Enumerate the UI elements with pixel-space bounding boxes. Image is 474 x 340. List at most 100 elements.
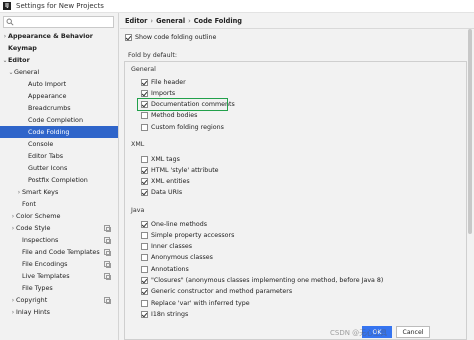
sidebar-item-appearance[interactable]: Appearance	[0, 90, 118, 102]
option-checkbox[interactable]	[141, 277, 148, 284]
java-option-simple-property-accessors[interactable]: Simple property accessors	[141, 230, 234, 240]
sidebar-item-inspections[interactable]: Inspections	[0, 234, 118, 246]
sidebar-item-breadcrumbs[interactable]: Breadcrumbs	[0, 102, 118, 114]
xml-section-label: XML	[131, 141, 145, 148]
general-option-imports[interactable]: Imports	[141, 88, 175, 98]
sidebar-item-label: General	[14, 68, 40, 76]
option-label: HTML 'style' attribute	[151, 166, 219, 174]
header-divider	[120, 28, 474, 29]
sidebar-item-copyright[interactable]: › Copyright	[0, 294, 118, 306]
sidebar-item-smart-keys[interactable]: › Smart Keys	[0, 186, 118, 198]
highlight-annotation-box	[137, 98, 228, 111]
option-checkbox[interactable]	[141, 178, 148, 186]
breadcrumb-general[interactable]: General	[156, 17, 185, 25]
sidebar-item-font[interactable]: Font	[0, 198, 118, 210]
settings-sidebar: › Appearance & Behavior Keymap ⌄ Editor ⌄ Gene…	[0, 13, 119, 340]
sidebar-item-label: File Types	[22, 284, 53, 292]
sidebar-item-editor[interactable]: ⌄ Editor	[0, 54, 118, 66]
option-checkbox[interactable]	[141, 299, 148, 307]
sidebar-item-inlay-hints[interactable]: › Inlay Hints	[0, 306, 118, 318]
csdn-watermark: CSDN @无心工具	[330, 329, 388, 337]
sidebar-item-appearance-behavior[interactable]: › Appearance & Behavior	[0, 30, 118, 42]
option-checkbox[interactable]	[141, 231, 148, 239]
scrollbar-thumb[interactable]	[468, 29, 472, 234]
java-option-anonymous-classes[interactable]: Anonymous classes	[141, 253, 213, 263]
sidebar-item-label: Inspections	[22, 236, 59, 244]
option-label: Imports	[151, 89, 176, 97]
option-checkbox[interactable]	[141, 265, 148, 273]
sidebar-item-label: Breadcrumbs	[28, 104, 71, 112]
sidebar-item-editor-tabs[interactable]: Editor Tabs	[0, 150, 118, 162]
option-checkbox[interactable]	[141, 288, 148, 296]
cancel-button[interactable]: Cancel	[396, 326, 430, 338]
sidebar-item-label: Gutter Icons	[28, 164, 68, 172]
java-option-closures-anonymous-classes-implementing-one-method-before-java-8[interactable]: "Closures" (anonymous classes implementi…	[141, 276, 383, 286]
option-checkbox[interactable]	[141, 112, 148, 120]
sidebar-item-postfix-completion[interactable]: Postfix Completion	[0, 174, 118, 186]
java-option-one-line-methods[interactable]: One-line methods	[141, 219, 207, 229]
breadcrumb-separator: ›	[150, 17, 154, 25]
option-label: "Closures" (anonymous classes implementi…	[151, 277, 384, 284]
option-label: Generic constructor and method parameter…	[151, 288, 293, 296]
sidebar-item-live-templates[interactable]: Live Templates	[0, 270, 118, 282]
sidebar-item-file-types[interactable]: File Types	[0, 282, 118, 294]
settings-search-input[interactable]	[14, 17, 109, 27]
xml-option-xml-tags[interactable]: XML tags	[141, 154, 180, 164]
option-checkbox[interactable]	[141, 220, 148, 228]
option-label: File header	[151, 78, 186, 86]
sidebar-item-label: Smart Keys	[22, 188, 59, 196]
search-icon	[6, 18, 14, 26]
option-checkbox[interactable]	[141, 254, 148, 262]
xml-option-html-style-attribute[interactable]: HTML 'style' attribute	[141, 165, 219, 175]
settings-search-box[interactable]	[3, 16, 114, 28]
sidebar-item-file-encodings[interactable]: File Encodings	[0, 258, 118, 270]
option-checkbox[interactable]	[141, 78, 148, 86]
java-option-replace-var-with-inferred-type[interactable]: Replace 'var' with inferred type	[141, 298, 250, 308]
option-label: Replace 'var' with inferred type	[151, 299, 250, 307]
project-scope-icon	[104, 249, 111, 256]
show-outline-checkbox[interactable]	[125, 33, 132, 41]
java-option-i18n-strings[interactable]: I18n strings	[141, 309, 188, 319]
sidebar-item-code-folding[interactable]: Code Folding	[0, 126, 118, 138]
option-checkbox[interactable]	[141, 89, 148, 97]
xml-option-data-uris[interactable]: Data URIs	[141, 188, 182, 198]
option-checkbox[interactable]	[141, 123, 148, 131]
option-label: I18n strings	[151, 310, 189, 318]
option-label: Simple property accessors	[151, 231, 235, 239]
sidebar-item-keymap[interactable]: Keymap	[0, 42, 118, 54]
option-label: Annotations	[151, 265, 189, 273]
option-label: Inner classes	[151, 243, 193, 251]
option-checkbox[interactable]	[141, 243, 148, 251]
xml-option-xml-entities[interactable]: XML entities	[141, 177, 190, 187]
sidebar-item-general[interactable]: ⌄ General	[0, 66, 118, 78]
java-option-generic-constructor-and-method-parameters[interactable]: Generic constructor and method parameter…	[141, 287, 292, 297]
sidebar-item-label: Code Completion	[28, 116, 83, 124]
general-option-custom-folding-regions[interactable]: Custom folding regions	[141, 122, 224, 132]
sidebar-item-color-scheme[interactable]: › Color Scheme	[0, 210, 118, 222]
show-outline-label: Show code folding outline	[135, 33, 217, 41]
breadcrumb-editor[interactable]: Editor	[125, 17, 147, 25]
general-option-method-bodies[interactable]: Method bodies	[141, 111, 197, 121]
window-titlebar: IJ Settings for New Projects	[0, 0, 474, 13]
option-checkbox[interactable]	[141, 155, 148, 163]
sidebar-item-file-and-code-templates[interactable]: File and Code Templates	[0, 246, 118, 258]
option-checkbox[interactable]	[141, 166, 148, 174]
option-checkbox[interactable]	[141, 189, 148, 197]
sidebar-item-label: File and Code Templates	[22, 248, 100, 256]
sidebar-item-code-completion[interactable]: Code Completion	[0, 114, 118, 126]
sidebar-item-console[interactable]: Console	[0, 138, 118, 150]
sidebar-item-label: Code Folding	[28, 128, 70, 136]
project-scope-icon	[104, 237, 111, 244]
java-option-annotations[interactable]: Annotations	[141, 264, 189, 274]
sidebar-item-code-style[interactable]: › Code Style	[0, 222, 118, 234]
content-scrollbar[interactable]	[467, 29, 473, 327]
option-checkbox[interactable]	[141, 310, 148, 318]
sidebar-item-label: Console	[28, 140, 54, 148]
java-option-inner-classes[interactable]: Inner classes	[141, 242, 192, 252]
general-option-file-header[interactable]: File header	[141, 77, 186, 87]
sidebar-item-auto-import[interactable]: Auto Import	[0, 78, 118, 90]
window-title: Settings for New Projects	[16, 2, 104, 10]
show-outline-option[interactable]: Show code folding outline	[125, 32, 216, 42]
sidebar-item-gutter-icons[interactable]: Gutter Icons	[0, 162, 118, 174]
general-section-label: General	[131, 66, 156, 73]
